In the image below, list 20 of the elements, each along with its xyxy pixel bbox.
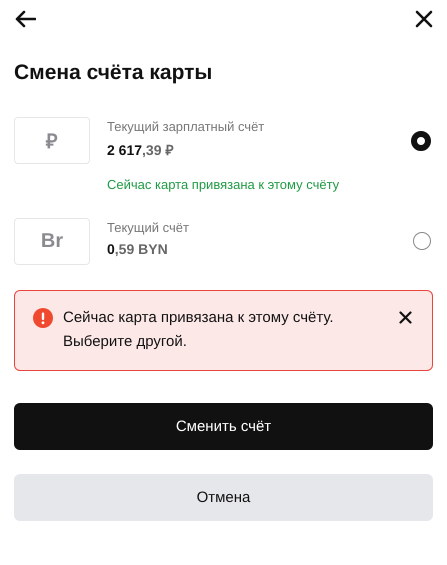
close-icon (415, 10, 433, 28)
page-title: Смена счёта карты (14, 61, 214, 85)
close-button[interactable] (415, 10, 433, 28)
radio-button[interactable] (411, 131, 431, 151)
account-name: Текущий зарплатный счёт (107, 119, 264, 134)
radio-button[interactable] (413, 232, 431, 250)
back-button[interactable] (14, 10, 36, 28)
account-note: Сейчас карта привязана к этому счёту (107, 177, 340, 192)
close-icon (399, 311, 412, 324)
change-account-button[interactable]: Сменить счёт (14, 403, 433, 450)
account-name: Текущий счёт (107, 220, 189, 235)
alert-message: Сейчас карта привязана к этому счёту. Выберите другой. (63, 308, 335, 352)
alert-icon (33, 308, 53, 328)
account-balance: 0,59 BYN (107, 241, 168, 257)
currency-tile: Br (14, 218, 90, 265)
currency-tile: ₽ (14, 117, 90, 164)
cancel-button[interactable]: Отмена (14, 474, 433, 521)
dismiss-button[interactable] (399, 311, 412, 324)
account-balance: 2 617,39 ₽ (107, 141, 174, 159)
back-arrow-icon (14, 10, 36, 28)
